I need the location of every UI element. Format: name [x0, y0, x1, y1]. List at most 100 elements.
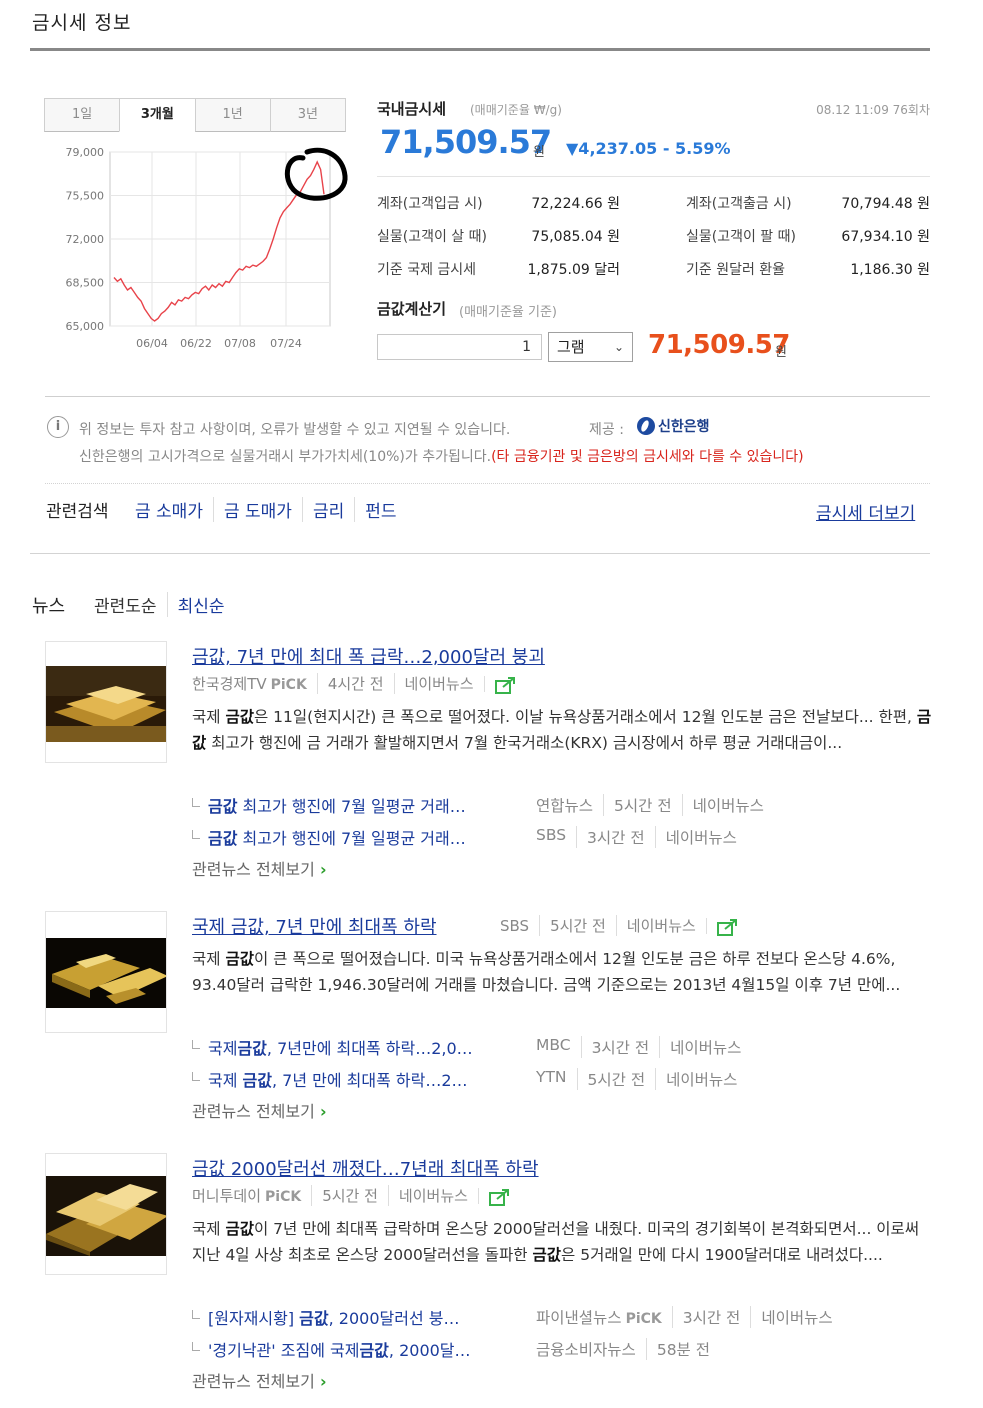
- quantity-input[interactable]: [377, 334, 542, 360]
- tab-1y[interactable]: 1년: [194, 98, 271, 132]
- related-search-label: 관련검색: [46, 502, 109, 522]
- gold-price-more-link[interactable]: 금시세 더보기: [816, 499, 915, 524]
- news-time: 5시간 전: [311, 1185, 378, 1206]
- related-news-meta: 파이낸셜뉴스 PiCK 3시간 전 네이버뉴스: [536, 1306, 833, 1328]
- news-time: 4시간 전: [316, 673, 384, 694]
- all-related-label: 관련뉴스 전체보기: [192, 1102, 315, 1121]
- share-icon[interactable]: [705, 917, 737, 936]
- related-news-title[interactable]: 금값 최고가 행진에 7월 일평균 거래…: [208, 825, 520, 849]
- related-source-name: 파이낸셜뉴스: [536, 1309, 622, 1327]
- related-source[interactable]: YTN: [536, 1068, 567, 1090]
- related-text: , 7년만에 최대폭 하락…2,0…: [266, 1039, 473, 1058]
- related-portal-link[interactable]: 네이버뉴스: [654, 826, 737, 848]
- news-source[interactable]: 한국경제TV PiCK: [192, 673, 307, 694]
- corner-icon: [192, 829, 200, 839]
- sort-relevance[interactable]: 관련도순: [94, 592, 167, 617]
- related-text: '경기낙관' 조짐에 국제: [208, 1341, 360, 1360]
- related-time: 3시간 전: [580, 1036, 649, 1058]
- related-news-item: [원자재시황] 금값, 2000달러선 붕… 파이낸셜뉴스 PiCK 3시간 전 …: [192, 1305, 833, 1329]
- bank-name: 신한은행: [658, 419, 710, 435]
- related-source[interactable]: MBC: [536, 1036, 571, 1058]
- related-news-title[interactable]: [원자재시황] 금값, 2000달러선 붕…: [208, 1305, 520, 1329]
- news-sort-tabs: 관련도순 최신순: [94, 592, 234, 617]
- news-source[interactable]: 머니투데이 PiCK: [192, 1185, 301, 1206]
- related-text: , 2000달…: [388, 1341, 471, 1360]
- chevron-right-icon: ›: [319, 1372, 327, 1391]
- sort-latest[interactable]: 최신순: [166, 592, 235, 617]
- page-title: 금시세 정보: [32, 12, 132, 34]
- share-icon[interactable]: [477, 1187, 509, 1206]
- related-news-item: '경기낙관' 조짐에 국제금값, 2000달… 금융소비자뉴스 58분 전: [192, 1337, 710, 1361]
- related-portal-link[interactable]: 네이버뉴스: [655, 1068, 737, 1090]
- related-news-title[interactable]: '경기낙관' 조짐에 국제금값, 2000달…: [208, 1337, 520, 1361]
- news-portal-link[interactable]: 네이버뉴스: [615, 915, 696, 936]
- related-news-meta: 연합뉴스 5시간 전 네이버뉴스: [536, 794, 764, 816]
- news-thumbnail[interactable]: [45, 911, 167, 1033]
- related-link[interactable]: 펀드: [354, 497, 406, 522]
- related-source[interactable]: 파이낸셜뉴스 PiCK: [536, 1306, 662, 1328]
- related-time: 3시간 전: [576, 826, 645, 848]
- calculator-subtitle: (매매기준율 기준): [459, 305, 557, 320]
- tab-3m[interactable]: 3개월: [119, 98, 196, 132]
- shinhan-bank-logo: 신한은행: [637, 416, 710, 436]
- related-portal-link[interactable]: 네이버뉴스: [659, 1036, 741, 1058]
- desc-text: 은 11일(현지시간) 큰 폭으로 떨어졌다. 이날 뉴욕상품거래소에서 12월…: [253, 708, 917, 726]
- all-related-news-link[interactable]: 관련뉴스 전체보기 ›: [192, 1098, 327, 1122]
- news-portal-link[interactable]: 네이버뉴스: [393, 673, 474, 694]
- news-title[interactable]: 금값, 7년 만에 최대 폭 급락…2,000달러 붕괴: [192, 643, 545, 669]
- row-value: 1,186.30 원: [850, 262, 930, 278]
- related-news-title[interactable]: 국제 금값, 7년 만에 최대폭 하락…2…: [208, 1067, 520, 1091]
- desc-keyword: 금값: [532, 1246, 562, 1264]
- row-label: 실물(고객이 팔 때): [686, 229, 796, 245]
- news-meta: 한국경제TV PiCK 4시간 전 네이버뉴스: [192, 673, 515, 694]
- all-related-news-link[interactable]: 관련뉴스 전체보기 ›: [192, 856, 327, 880]
- section-divider: [45, 396, 930, 397]
- row-label: 계좌(고객입금 시): [377, 196, 483, 212]
- x-tick-label: 07/24: [270, 337, 302, 350]
- related-time: 58분 전: [645, 1338, 710, 1360]
- related-text: 국제: [208, 1071, 243, 1090]
- related-source[interactable]: SBS: [536, 826, 566, 848]
- news-thumbnail[interactable]: [45, 1153, 167, 1275]
- news-thumbnail[interactable]: [45, 641, 167, 763]
- unit-select[interactable]: 그램 ⌄: [548, 332, 633, 362]
- notice-line-1: 위 정보는 투자 참고 사항이며, 오류가 발생할 수 있고 지연될 수 있습니…: [79, 422, 511, 438]
- corner-icon: [192, 1039, 200, 1049]
- tab-3y[interactable]: 3년: [269, 98, 346, 132]
- related-link[interactable]: 금리: [301, 497, 354, 522]
- source-name: 머니투데이: [192, 1187, 262, 1205]
- calculator-result: 71,509.57: [648, 330, 790, 360]
- related-link[interactable]: 금 소매가: [125, 497, 213, 522]
- related-news-meta: YTN 5시간 전 네이버뉴스: [536, 1068, 737, 1090]
- bank-logo-icon: [637, 417, 655, 435]
- related-link[interactable]: 금 도매가: [212, 497, 302, 522]
- all-related-label: 관련뉴스 전체보기: [192, 1372, 315, 1391]
- related-divider: [45, 483, 930, 484]
- provider-label: 제공 :: [589, 422, 624, 438]
- news-title[interactable]: 국제 금값, 7년 만에 최대폭 하락: [192, 913, 437, 939]
- notice-line-2-text: 신한은행의 고시가격으로 실물거래시 부가가치세(10%)가 추가됩니다.: [79, 449, 492, 465]
- title-divider: [30, 48, 930, 51]
- price-change: ▼4,237.05 - 5.59%: [566, 139, 731, 158]
- unit-select-value: 그램: [557, 338, 585, 356]
- news-title[interactable]: 금값 2000달러선 깨졌다…7년래 최대폭 하락: [192, 1155, 539, 1181]
- share-icon[interactable]: [483, 675, 515, 694]
- tab-1d[interactable]: 1일: [44, 98, 121, 132]
- row-value: 70,794.48 원: [841, 196, 930, 212]
- corner-icon: [192, 797, 200, 807]
- related-source[interactable]: 금융소비자뉴스: [536, 1338, 636, 1360]
- related-source[interactable]: 연합뉴스: [536, 794, 593, 816]
- news-portal-link[interactable]: 네이버뉴스: [387, 1185, 468, 1206]
- desc-text: 최고가 행진에 금 거래가 활발해지면서 7월 한국거래소(KRX) 금시장에서…: [206, 734, 843, 752]
- row-label: 기준 국제 금시세: [377, 262, 477, 278]
- related-news-title[interactable]: 금값 최고가 행진에 7월 일평균 거래…: [208, 793, 520, 817]
- y-tick-label: 65,000: [66, 320, 105, 333]
- news-source[interactable]: SBS: [500, 917, 529, 935]
- related-portal-link[interactable]: 네이버뉴스: [750, 1306, 833, 1328]
- x-tick-label: 07/08: [224, 337, 256, 350]
- all-related-news-link[interactable]: 관련뉴스 전체보기 ›: [192, 1368, 327, 1392]
- related-news-title[interactable]: 국제금값, 7년만에 최대폭 하락…2,0…: [208, 1035, 520, 1059]
- gold-bars-image: [46, 938, 166, 1008]
- price-unit: 원: [533, 145, 545, 160]
- related-portal-link[interactable]: 네이버뉴스: [681, 794, 764, 816]
